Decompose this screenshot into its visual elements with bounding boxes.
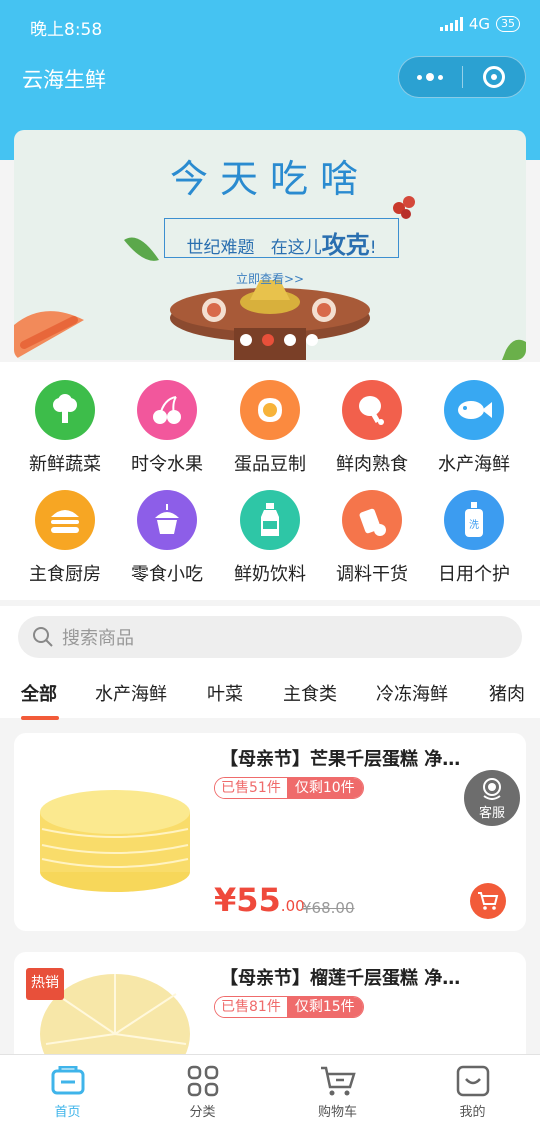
egg-icon	[240, 380, 300, 440]
mini-program-capsule	[398, 56, 526, 98]
tabbar-label: 分类	[189, 1105, 216, 1120]
category-fruits[interactable]: 时令水果	[113, 362, 221, 475]
banner-dot[interactable]	[306, 334, 318, 346]
banner-subtitle-box: 世纪难题 在这儿攻克!	[164, 218, 399, 260]
subtitle-part: !	[369, 238, 377, 258]
close-mini-program-button[interactable]	[463, 57, 526, 97]
tabbar-cart[interactable]: 购物车	[270, 1055, 405, 1124]
fish-icon	[444, 380, 504, 440]
more-dots-icon	[417, 73, 444, 81]
bottom-tab-bar: 首页 分类 购物车 我的	[0, 1054, 540, 1124]
app-title: 云海生鲜	[22, 68, 106, 92]
status-time: 晚上8:58	[30, 20, 103, 40]
stock-tags: 已售51件 仅剩10件	[214, 777, 364, 799]
customer-service-label: 客服	[478, 806, 505, 821]
nav-bar: 云海生鲜	[0, 52, 540, 104]
cupcake-icon	[137, 490, 197, 550]
tab-pork[interactable]: 猪肉	[489, 680, 525, 706]
banner-dot-active[interactable]	[262, 334, 274, 346]
tabbar-category[interactable]: 分类	[135, 1055, 270, 1124]
network-label: 4G	[468, 15, 490, 33]
search-placeholder: 搜索商品	[62, 628, 134, 649]
banner-title: 今天吃啥	[169, 157, 370, 201]
burger-icon	[35, 490, 95, 550]
banner-dot[interactable]	[240, 334, 252, 346]
tabbar-home[interactable]: 首页	[0, 1055, 135, 1124]
product-price: ¥55.00	[214, 881, 305, 919]
price-integer: ¥55	[214, 881, 281, 919]
category-label: 零食小吃	[131, 564, 203, 585]
subtitle-part: 在这儿	[270, 238, 322, 258]
remaining-stock-tag: 仅剩15件	[286, 997, 363, 1017]
drumstick-icon	[342, 380, 402, 440]
customer-service-button[interactable]: 客服	[464, 770, 520, 826]
product-title: 【母亲节】榴莲千层蛋糕 净…	[220, 968, 461, 989]
tab-leafy-greens[interactable]: 叶菜	[207, 680, 243, 706]
broccoli-icon	[35, 380, 95, 440]
status-indicators: 4G 35	[439, 15, 520, 33]
search-input[interactable]: 搜索商品	[18, 616, 522, 658]
category-label: 鲜奶饮料	[234, 564, 306, 585]
headset-icon	[483, 778, 501, 800]
battery-icon: 35	[496, 16, 520, 32]
category-meat[interactable]: 鲜肉熟食	[318, 362, 426, 475]
category-staples[interactable]: 主食厨房	[11, 472, 119, 585]
original-price: ¥68.00	[302, 899, 355, 917]
seasoning-icon	[342, 490, 402, 550]
category-label: 主食厨房	[29, 564, 101, 585]
category-label: 日用个护	[438, 564, 510, 585]
category-dairy-drinks[interactable]: 鲜奶饮料	[216, 472, 324, 585]
promo-banner[interactable]: 今天吃啥 世纪难题 在这儿攻克! 立即查看>>	[14, 130, 526, 360]
category-tabs: 全部 水产海鲜 叶菜 主食类 冷冻海鲜 猪肉	[0, 674, 540, 720]
banner-subtitle: 世纪难题 在这儿攻克!	[165, 225, 398, 260]
status-bar: 晚上8:58 4G 35	[0, 0, 540, 52]
product-card[interactable]: 【母亲节】芒果千层蛋糕 净… 已售51件 仅剩10件 ¥55.00 ¥68.00	[14, 733, 526, 931]
page: 晚上8:58 4G 35 云海生鲜 今天吃啥 世纪难题 在这儿攻克! 立即查看>…	[0, 0, 540, 1124]
category-grid: 新鲜蔬菜 时令水果 蛋品豆制 鲜肉熟食 水产海鲜 主食厨房 零食小吃 鲜奶饮料 …	[0, 362, 540, 600]
target-icon	[482, 66, 505, 88]
subtitle-emphasis: 攻克	[321, 231, 370, 259]
add-to-cart-button[interactable]	[470, 883, 506, 919]
tabbar-label: 首页	[54, 1105, 81, 1120]
wash-bottle-icon: 洗	[444, 490, 504, 550]
category-vegetables[interactable]: 新鲜蔬菜	[11, 362, 119, 475]
stock-tags: 已售81件 仅剩15件	[214, 996, 364, 1018]
bottle-icon	[240, 490, 300, 550]
subtitle-part: 世纪难题	[186, 238, 255, 258]
category-seasoning[interactable]: 调料干货	[318, 472, 426, 585]
grid-icon	[185, 1063, 221, 1099]
search-section: 搜索商品 全部 水产海鲜 叶菜 主食类 冷冻海鲜 猪肉	[0, 600, 540, 720]
product-title: 【母亲节】芒果千层蛋糕 净…	[220, 749, 461, 770]
tab-staples[interactable]: 主食类	[283, 680, 337, 706]
banner-dot[interactable]	[284, 334, 296, 346]
active-tab-indicator	[21, 716, 59, 720]
tabbar-label: 我的	[459, 1105, 486, 1120]
banner-view-link[interactable]: 立即查看>>	[14, 270, 526, 287]
tab-seafood[interactable]: 水产海鲜	[95, 680, 167, 706]
search-icon	[33, 627, 53, 647]
svg-text:洗: 洗	[469, 519, 479, 531]
home-icon	[50, 1063, 86, 1099]
category-snacks[interactable]: 零食小吃	[113, 472, 221, 585]
shopping-cart-icon	[320, 1063, 356, 1099]
product-image	[40, 790, 190, 892]
banner-pagination	[240, 334, 318, 346]
tab-all[interactable]: 全部	[21, 680, 57, 706]
profile-icon	[455, 1063, 491, 1099]
hot-sale-badge: 热销	[26, 968, 64, 1000]
cart-icon	[478, 892, 499, 910]
cherry-icon	[137, 380, 197, 440]
category-seafood[interactable]: 水产海鲜	[420, 362, 528, 475]
category-daily-care[interactable]: 洗 日用个护	[420, 472, 528, 585]
tab-frozen-seafood[interactable]: 冷冻海鲜	[376, 680, 448, 706]
tabbar-label: 购物车	[317, 1105, 357, 1120]
category-eggs-tofu[interactable]: 蛋品豆制	[216, 362, 324, 475]
more-menu-button[interactable]	[399, 57, 462, 97]
category-label: 调料干货	[336, 564, 408, 585]
tabbar-profile[interactable]: 我的	[405, 1055, 540, 1124]
sold-count-tag: 已售51件	[215, 778, 287, 798]
signal-icon	[439, 17, 463, 31]
remaining-stock-tag: 仅剩10件	[286, 778, 363, 798]
sold-count-tag: 已售81件	[215, 997, 287, 1017]
